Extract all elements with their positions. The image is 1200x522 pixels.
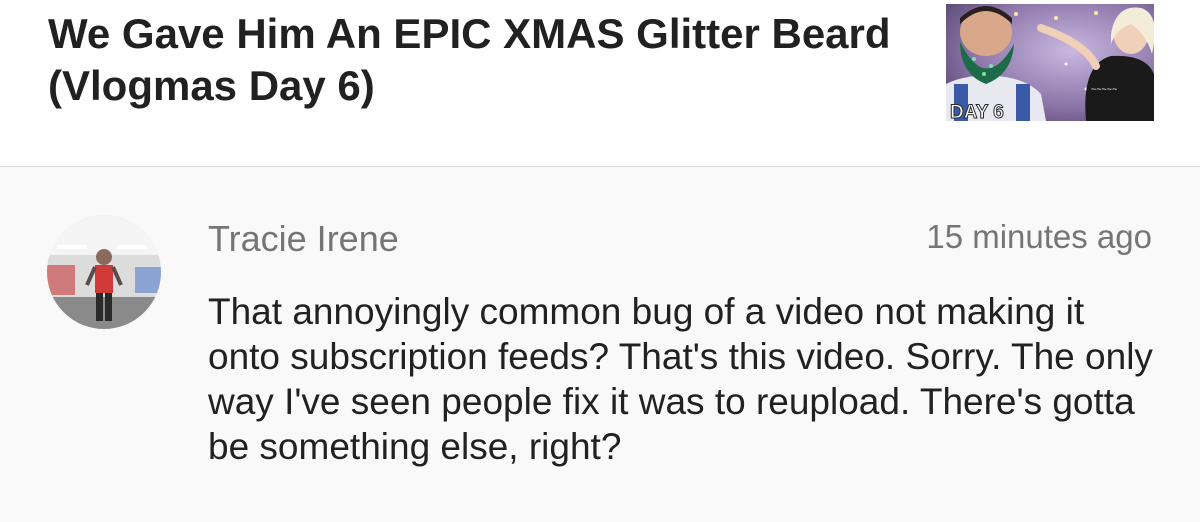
svg-text:~~~~~: ~~~~~ (1091, 84, 1117, 94)
avatar-image (47, 215, 161, 329)
comment-item: Tracie Irene 15 minutes ago That annoyin… (0, 167, 1200, 522)
video-thumbnail[interactable]: ~~~~~ DAY 6 (946, 4, 1154, 121)
thumbnail-label: DAY 6 (950, 102, 1004, 121)
video-title[interactable]: We Gave Him An EPIC XMAS Glitter Beard (… (48, 8, 908, 112)
avatar[interactable] (47, 215, 161, 329)
comment-text: That annoyingly common bug of a video no… (208, 291, 1153, 467)
video-header: We Gave Him An EPIC XMAS Glitter Beard (… (0, 0, 1200, 167)
comment-author[interactable]: Tracie Irene (208, 219, 399, 259)
comment-timestamp: 15 minutes ago (926, 218, 1152, 255)
thumbnail-image: ~~~~~ DAY 6 (946, 4, 1154, 121)
